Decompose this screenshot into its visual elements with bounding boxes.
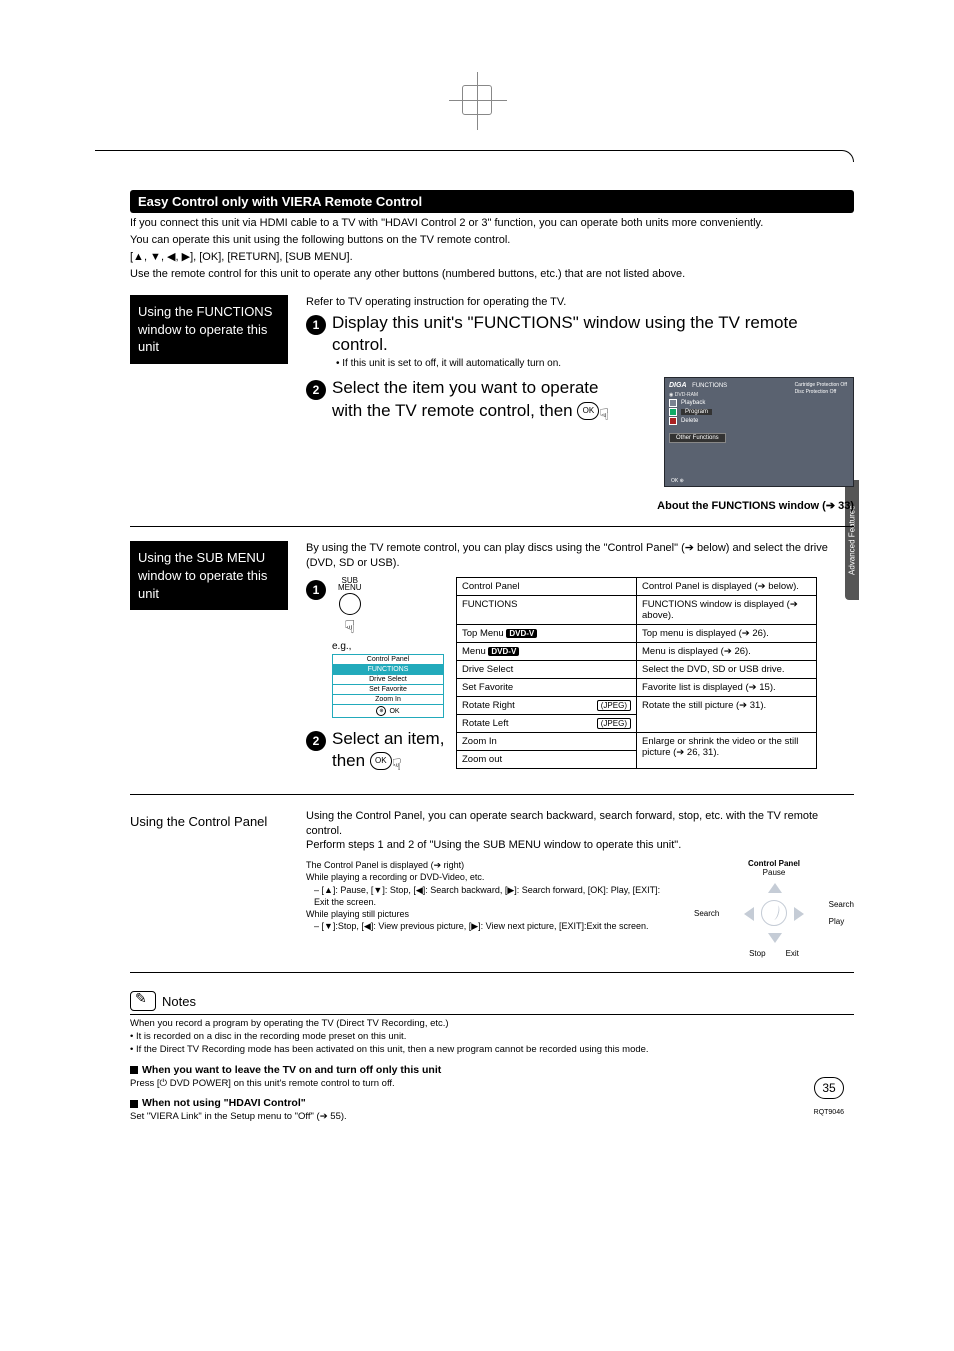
notes-h2: When not using "HDAVI Control" xyxy=(142,1097,306,1109)
blue-row-funcs: FUNCTIONS xyxy=(333,665,443,675)
hand-icon: ☟ xyxy=(338,617,362,638)
intro-p3: [▲, ▼, ◀, ▶], [OK], [RETURN], [SUB MENU]… xyxy=(130,250,854,265)
step-2: 2 Select the item you want to operate wi… xyxy=(306,377,624,422)
submenu-table: Control PanelControl Panel is displayed … xyxy=(456,577,817,769)
table-row: Set FavoriteFavorite list is displayed (… xyxy=(457,679,817,697)
dpad-icon xyxy=(744,883,804,943)
blue-row-zoom: Zoom In xyxy=(333,695,443,705)
fw-item-playback: Playback xyxy=(669,399,849,407)
notes-title: Notes xyxy=(162,994,196,1009)
notes-header: Notes xyxy=(130,991,854,1015)
step2b-text: Select an item, then OK☟ xyxy=(332,728,446,771)
table-row: Rotate Right (JPEG)Rotate the still pict… xyxy=(457,697,817,715)
d-left: Search xyxy=(694,909,719,918)
blue-row-cp: Control Panel xyxy=(333,655,443,665)
fw-other-functions: Other Functions xyxy=(669,433,726,443)
blue-row-drive: Drive Select xyxy=(333,675,443,685)
document-code: RQT9046 xyxy=(814,1109,844,1116)
blue-row-fav: Set Favorite xyxy=(333,685,443,695)
table-row: FUNCTIONSFUNCTIONS window is displayed (… xyxy=(457,596,817,625)
intro-p2: You can operate this unit using the foll… xyxy=(130,233,854,248)
intro-p4: Use the remote control for this unit to … xyxy=(130,267,854,282)
fw-prot2: Disc Protection Off xyxy=(795,389,847,396)
ok-button-icon: OK xyxy=(370,752,392,770)
hand-icon: ☟ xyxy=(392,756,402,776)
table-row: Zoom InEnlarge or shrink the video or th… xyxy=(457,733,817,751)
step-number-2b-icon: 2 xyxy=(306,731,326,751)
fw-item-delete: Delete xyxy=(669,417,849,425)
submenu-button-icon xyxy=(339,593,361,615)
section-functions: Using the FUNCTIONS window to operate th… xyxy=(130,295,854,527)
black-box-control: Using the Control Panel xyxy=(130,809,288,835)
section-submenu: Using the SUB MENU window to operate thi… xyxy=(130,541,854,794)
section-control-panel: Using the Control Panel Using the Contro… xyxy=(130,809,854,974)
sect2-intro: By using the TV remote control, you can … xyxy=(306,541,854,571)
black-box-functions: Using the FUNCTIONS window to operate th… xyxy=(130,295,288,364)
step-2b: 2 Select an item, then OK☟ xyxy=(306,728,446,771)
table-row: Top Menu DVD-VTop menu is displayed (➔ 2… xyxy=(457,625,817,643)
submenu-example: 1 SUBMENU ☟ e.g., Control Panel FUNCTION… xyxy=(306,577,446,780)
black-box-submenu: Using the SUB MENU window to operate thi… xyxy=(130,541,288,610)
frame-top xyxy=(95,150,854,162)
submenu-key-label: SUBMENU xyxy=(338,577,362,591)
blue-footer: ⊕OK xyxy=(333,705,443,717)
step-number-1-icon: 1 xyxy=(306,315,326,335)
square-bullet-icon xyxy=(130,1100,138,1108)
step2-label: Select the item you want to operate with… xyxy=(332,378,599,419)
d-down: Stop xyxy=(749,949,765,958)
step1-text: Display this unit's "FUNCTIONS" window u… xyxy=(332,312,854,356)
table-row: Drive SelectSelect the DVD, SD or USB dr… xyxy=(457,661,817,679)
fw-prot1: Cartridge Protection Off xyxy=(795,382,847,389)
ok-button-icon: OK xyxy=(577,402,599,420)
sect3-p1: Using the Control Panel, you can operate… xyxy=(306,809,854,839)
d-play: Play xyxy=(829,917,854,926)
eg-label: e.g., xyxy=(332,641,446,652)
d-exit: Exit xyxy=(786,949,799,958)
fw-foot: OK ⊕ xyxy=(671,478,684,484)
step-number-1b-icon: 1 xyxy=(306,580,326,600)
intro-text: If you connect this unit via HDMI cable … xyxy=(130,216,854,281)
refer-line: Refer to TV operating instruction for op… xyxy=(306,295,854,310)
section-title-bar: Easy Control only with VIERA Remote Cont… xyxy=(130,190,854,213)
step-number-2-icon: 2 xyxy=(306,380,326,400)
fw-brand: DIGA xyxy=(669,382,687,389)
about-functions-link: About the FUNCTIONS window (➔ 33) xyxy=(306,499,854,512)
square-bullet-icon xyxy=(130,1066,138,1074)
fw-funcs: FUNCTIONS xyxy=(692,383,727,389)
step1-bullet: • If this unit is set to off, it will au… xyxy=(336,358,854,369)
notes-body: When you record a program by operating t… xyxy=(130,1018,854,1124)
page-number: 35 xyxy=(814,1077,844,1099)
notes-h1: When you want to leave the TV on and tur… xyxy=(142,1064,441,1076)
step-1: 1 Display this unit's "FUNCTIONS" window… xyxy=(306,312,854,369)
step2-text: Select the item you want to operate with… xyxy=(332,377,624,422)
blue-popup-menu: Control Panel FUNCTIONS Drive Select Set… xyxy=(332,654,444,718)
control-panel-diagram: Control Panel Pause Search Search xyxy=(694,859,854,958)
functions-window-mock: DIGA FUNCTIONS Cartridge Protection Off … xyxy=(664,377,854,487)
sect3-p2: Perform steps 1 and 2 of "Using the SUB … xyxy=(306,838,854,853)
d-right: Search xyxy=(829,900,854,909)
control-instructions: The Control Panel is displayed (➔ right)… xyxy=(306,859,664,958)
table-row: Menu DVD-VMenu is displayed (➔ 26). xyxy=(457,643,817,661)
table-row: Control PanelControl Panel is displayed … xyxy=(457,578,817,596)
fw-protection: Cartridge Protection Off Disc Protection… xyxy=(795,382,847,395)
hand-icon: ☟ xyxy=(599,406,609,427)
intro-p1: If you connect this unit via HDMI cable … xyxy=(130,216,854,231)
fw-item-program: Program xyxy=(669,408,849,416)
notes-icon xyxy=(130,991,156,1011)
page: Easy Control only with VIERA Remote Cont… xyxy=(0,0,954,1204)
